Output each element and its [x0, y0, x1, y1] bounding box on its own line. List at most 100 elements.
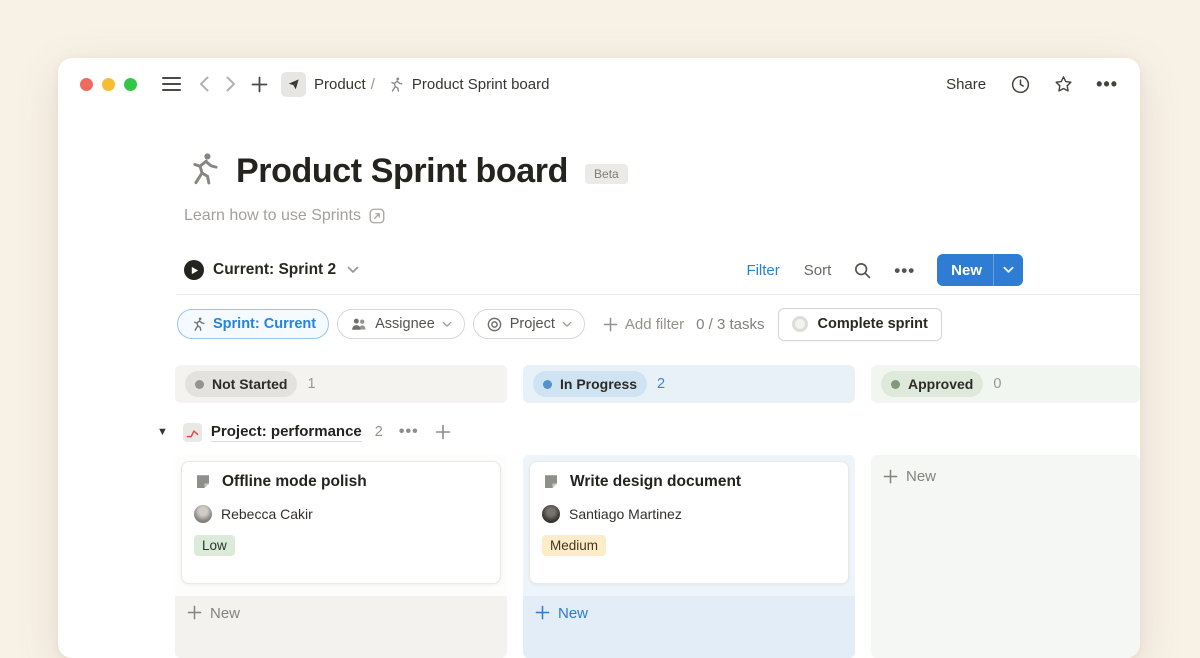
group-collapse-triangle-icon[interactable]: ▼	[157, 426, 168, 438]
add-card-not-started[interactable]: New	[175, 596, 507, 658]
sprint-chip-label: Sprint: Current	[213, 316, 316, 332]
plus-icon	[535, 605, 550, 620]
assignee-row: Rebecca Cakir	[194, 505, 488, 523]
desktop-background: Product / Product Sprint board Share •••…	[0, 0, 1200, 630]
page-title-runner-icon[interactable]	[184, 150, 221, 192]
view-label: Current: Sprint 2	[213, 261, 336, 279]
assignee-chip-label: Assignee	[375, 316, 435, 332]
external-link-icon[interactable]	[368, 207, 386, 225]
window-more-icon[interactable]: •••	[1096, 75, 1118, 93]
page-header: Product Sprint board Beta	[184, 150, 628, 192]
close-window-button[interactable]	[80, 78, 93, 91]
assignee-filter-chip[interactable]: Assignee	[337, 309, 465, 339]
column-name: Not Started	[212, 376, 287, 392]
status-pill-approved: Approved	[881, 371, 983, 397]
complete-sprint-button[interactable]: Complete sprint	[778, 308, 941, 341]
group-add-icon[interactable]	[435, 424, 451, 440]
project-chevron-icon	[562, 321, 572, 328]
add-card-label: New	[906, 468, 936, 485]
column-name: Approved	[908, 376, 973, 392]
card-title: Write design document	[570, 473, 741, 491]
project-filter-chip[interactable]: Project	[473, 309, 585, 339]
status-pill-not-started: Not Started	[185, 371, 297, 397]
complete-sprint-label: Complete sprint	[817, 316, 927, 332]
column-count: 2	[657, 376, 665, 392]
updates-clock-icon[interactable]	[1010, 74, 1031, 95]
column-count: 0	[993, 376, 1001, 392]
add-filter-plus-icon	[603, 317, 618, 332]
plus-icon	[883, 469, 898, 484]
sprint-filter-chip[interactable]: Sprint: Current	[177, 309, 329, 339]
tasks-counter: 0 / 3 tasks	[696, 316, 764, 333]
filter-button[interactable]: Filter	[746, 262, 779, 279]
project-target-icon	[486, 316, 503, 333]
new-button-chevron-icon[interactable]	[993, 254, 1023, 286]
card-write-design-document[interactable]: Write design document Santiago Martinez …	[529, 461, 849, 584]
product-page-icon[interactable]	[281, 72, 306, 97]
assignee-people-icon	[350, 316, 368, 332]
filter-bar: Sprint: Current Assignee Project	[177, 308, 942, 340]
group-count: 2	[375, 424, 383, 440]
share-button[interactable]: Share	[946, 76, 986, 93]
column-body-not-started: Offline mode polish Rebecca Cakir Low Ne…	[175, 455, 507, 658]
column-body-approved: New	[871, 455, 1140, 658]
column-header-not-started[interactable]: Not Started 1	[175, 365, 507, 403]
play-circle-icon	[184, 260, 204, 280]
zoom-window-button[interactable]	[124, 78, 137, 91]
status-pill-in-progress: In Progress	[533, 371, 647, 397]
priority-tag-medium: Medium	[542, 535, 606, 556]
card-offline-mode-polish[interactable]: Offline mode polish Rebecca Cakir Low	[181, 461, 501, 584]
column-body-in-progress: Write design document Santiago Martinez …	[523, 455, 855, 658]
plus-icon	[187, 605, 202, 620]
new-page-icon[interactable]	[251, 76, 268, 93]
assignee-chevron-icon	[442, 321, 452, 328]
add-card-in-progress[interactable]: New	[523, 596, 855, 658]
new-button[interactable]: New	[937, 254, 1023, 286]
sidebar-toggle-icon[interactable]	[162, 76, 181, 92]
page-icon	[194, 473, 212, 491]
card-title-row: Write design document	[542, 473, 836, 491]
status-dot-blue	[543, 380, 552, 389]
sort-button[interactable]: Sort	[804, 262, 832, 279]
toolbar-divider	[177, 294, 1140, 295]
column-header-approved[interactable]: Approved 0	[871, 365, 1140, 403]
project-chip-label: Project	[510, 316, 555, 332]
minimize-window-button[interactable]	[102, 78, 115, 91]
page-icon	[542, 473, 560, 491]
learn-link[interactable]: Learn how to use Sprints	[184, 207, 361, 225]
avatar-santiago-martinez	[542, 505, 560, 523]
project-chart-icon	[183, 423, 202, 442]
page-title: Product Sprint board	[236, 152, 568, 191]
add-card-label: New	[210, 605, 240, 622]
add-filter-label: Add filter	[625, 316, 684, 333]
sprint-chip-runner-icon	[190, 316, 206, 332]
priority-tag-low: Low	[194, 535, 235, 556]
back-icon[interactable]	[198, 75, 210, 93]
new-button-label: New	[937, 262, 993, 279]
column-count: 1	[307, 376, 315, 392]
sprint-view-tab[interactable]: Current: Sprint 2	[184, 260, 359, 280]
add-card-approved[interactable]: New	[871, 455, 1140, 485]
subtitle-row: Learn how to use Sprints	[184, 207, 386, 225]
breadcrumb-root[interactable]: Product	[314, 76, 366, 93]
view-more-icon[interactable]: •••	[894, 262, 915, 279]
breadcrumb-page[interactable]: Product Sprint board	[412, 76, 550, 93]
card-title-row: Offline mode polish	[194, 473, 488, 491]
add-filter-button[interactable]: Add filter	[603, 316, 684, 333]
column-header-in-progress[interactable]: In Progress 2	[523, 365, 855, 403]
search-icon[interactable]	[853, 261, 872, 280]
favorite-star-icon[interactable]	[1053, 74, 1074, 95]
beta-badge: Beta	[585, 164, 628, 184]
avatar-rebecca-cakir	[194, 505, 212, 523]
add-card-label: New	[558, 605, 588, 622]
status-dot-gray	[195, 380, 204, 389]
group-title[interactable]: Project: performance	[211, 423, 362, 442]
sprint-progress-ring-icon	[792, 316, 808, 332]
forward-icon[interactable]	[225, 75, 237, 93]
notion-window: Product / Product Sprint board Share •••…	[58, 58, 1140, 658]
group-row-project-performance: ▼ Project: performance 2 •••	[157, 414, 451, 450]
toolbar-actions: Filter Sort ••• New	[746, 254, 1023, 286]
view-toolbar: Current: Sprint 2 Filter Sort ••• New	[184, 252, 1023, 288]
card-title: Offline mode polish	[222, 473, 367, 491]
group-more-icon[interactable]: •••	[399, 424, 419, 440]
